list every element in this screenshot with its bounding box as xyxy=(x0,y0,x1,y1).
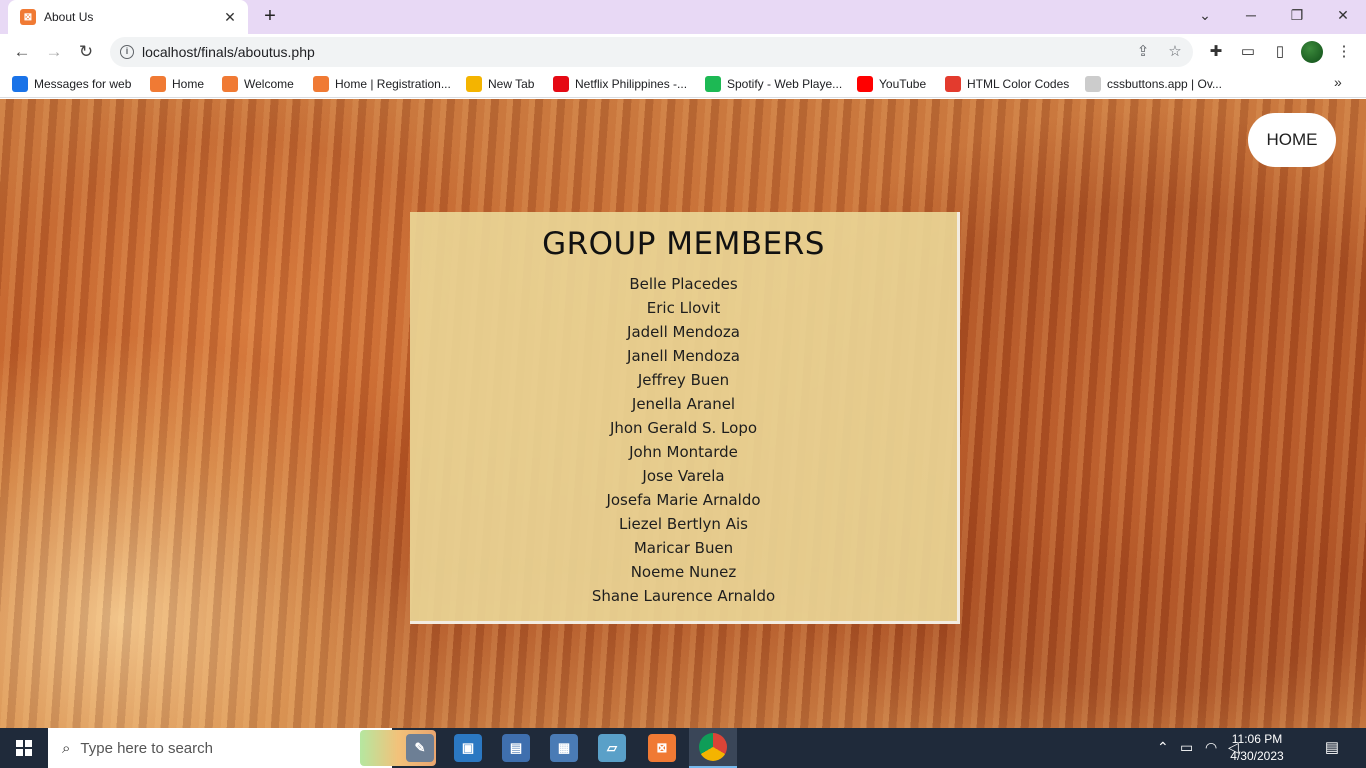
member-name: Jhon Gerald S. Lopo xyxy=(609,419,758,437)
home-button[interactable]: HOME xyxy=(1248,113,1336,167)
extensions-puzzle-icon[interactable]: ✚ xyxy=(1206,42,1226,62)
reload-icon[interactable]: ↻ xyxy=(73,39,99,65)
profile-avatar[interactable] xyxy=(1301,41,1323,63)
member-name: Josefa Marie Arnaldo xyxy=(606,491,761,509)
bookmark-label: Messages for web xyxy=(34,77,132,91)
bookmark-label: Spotify - Web Playe... xyxy=(727,77,843,91)
start-button[interactable] xyxy=(0,728,48,768)
bookmark-item[interactable]: Home xyxy=(150,75,204,93)
bookmark-item[interactable]: New Tab xyxy=(466,75,534,93)
forward-arrow-icon[interactable]: → xyxy=(41,39,67,65)
tray-chevron-icon[interactable]: ⌃ xyxy=(1157,739,1169,756)
page-title: GROUP MEMBERS xyxy=(542,226,825,262)
cast-icon[interactable]: ▭ xyxy=(1238,42,1258,62)
spotify-icon xyxy=(705,76,721,92)
bookmark-label: YouTube xyxy=(879,77,927,91)
xampp-icon: ⊠ xyxy=(20,9,36,25)
bookmark-item[interactable]: Messages for web xyxy=(12,75,131,93)
bookmark-label: Home xyxy=(172,77,205,91)
member-name: Shane Laurence Arnaldo xyxy=(591,587,776,605)
bookmark-item[interactable]: HTML Color Codes xyxy=(945,75,1069,93)
member-name: John Montarde xyxy=(629,443,738,461)
bookmarks-overflow-icon[interactable]: » xyxy=(1334,74,1342,90)
member-name: Liezel Bertlyn Ais xyxy=(619,515,748,533)
xampp-icon xyxy=(313,76,329,92)
paint-app-icon[interactable]: ✎ xyxy=(406,734,434,762)
xampp-app-icon[interactable]: ⊠ xyxy=(648,734,676,762)
bookmark-label: Netflix Philippines -... xyxy=(575,77,688,91)
wifi-icon[interactable]: ◠ xyxy=(1205,739,1217,756)
site-info-icon[interactable]: i xyxy=(120,45,134,59)
member-name: Janell Mendoza xyxy=(627,347,740,365)
contacts-app-icon[interactable]: ▣ xyxy=(454,734,482,762)
search-icon: ⌕ xyxy=(62,739,71,757)
chrome-taskbar-button[interactable] xyxy=(689,728,737,768)
member-name: Maricar Buen xyxy=(633,539,734,557)
bookmark-item[interactable]: Netflix Philippines -... xyxy=(553,75,687,93)
tab-title: About Us xyxy=(44,10,94,24)
messages-icon xyxy=(12,76,28,92)
member-name: Jadell Mendoza xyxy=(627,323,740,341)
member-list: Belle Placedes Eric Llovit Jadell Mendoza J… xyxy=(410,272,957,608)
member-name: Eric Llovit xyxy=(646,299,721,317)
tab-strip: ⊠ About Us ✕ + ⌄ ─ ❐ ✕ xyxy=(0,0,1366,34)
bookmarks-bar: Messages for web Home Welcome Home | Regist… xyxy=(0,70,1366,98)
search-placeholder: Type here to search xyxy=(80,739,213,757)
calculator-app-icon[interactable]: ▦ xyxy=(550,734,578,762)
bookmark-label: Home | Registration... xyxy=(335,77,451,91)
share-icon[interactable]: ⇪ xyxy=(1134,43,1152,61)
battery-icon[interactable]: ▭ xyxy=(1180,739,1193,756)
url-text: localhost/finals/aboutus.php xyxy=(142,44,315,60)
chrome-icon xyxy=(699,733,727,761)
tab-search-chevron-icon[interactable]: ⌄ xyxy=(1182,0,1228,30)
member-name: Belle Placedes xyxy=(629,275,738,293)
windows-logo-icon xyxy=(16,740,32,756)
cssbuttons-icon xyxy=(1085,76,1101,92)
bookmark-item[interactable]: Home | Registration... xyxy=(313,75,451,93)
clock-time: 11:06 PM xyxy=(1231,732,1283,746)
bookmark-label: cssbuttons.app | Ov... xyxy=(1107,77,1222,91)
xampp-icon xyxy=(150,76,166,92)
bookmark-item[interactable]: Spotify - Web Playe... xyxy=(705,75,842,93)
bookmark-item[interactable]: Welcome xyxy=(222,75,294,93)
page-background-canyon: HOME GROUP MEMBERS Belle Placedes Eric Ll… xyxy=(0,99,1366,728)
taskbar-clock[interactable]: 11:06 PM 4/30/2023 xyxy=(1222,731,1292,765)
youtube-icon xyxy=(857,76,873,92)
side-panel-icon[interactable]: ▯ xyxy=(1270,42,1290,62)
bookmark-item[interactable]: YouTube xyxy=(857,75,926,93)
minimize-button[interactable]: ─ xyxy=(1228,0,1274,30)
bookmark-label: Welcome xyxy=(244,77,294,91)
newtab-icon xyxy=(466,76,482,92)
htmlcolor-icon xyxy=(945,76,961,92)
member-name: Jose Varela xyxy=(642,467,725,485)
new-tab-button[interactable]: + xyxy=(258,5,282,29)
tab-about-us[interactable]: ⊠ About Us ✕ xyxy=(8,0,248,34)
member-name: Jenella Aranel xyxy=(631,395,736,413)
xampp-icon xyxy=(222,76,238,92)
browser-toolbar: ← → ↻ i localhost/finals/aboutus.php ⇪ ☆… xyxy=(0,34,1366,70)
windows-taskbar: ⌕ Type here to search ✎ ▣ ▤ ▦ ▱ ⊠ ⌃ ▭ ◠ … xyxy=(0,728,1366,768)
back-arrow-icon[interactable]: ← xyxy=(9,39,35,65)
bookmark-label: HTML Color Codes xyxy=(967,77,1070,91)
restore-button[interactable]: ❐ xyxy=(1274,0,1320,30)
member-name: Jeffrey Buen xyxy=(637,371,730,389)
bookmark-star-icon[interactable]: ☆ xyxy=(1166,43,1184,61)
bookmark-label: New Tab xyxy=(488,77,535,91)
bookmark-item[interactable]: cssbuttons.app | Ov... xyxy=(1085,75,1222,93)
close-icon[interactable]: ✕ xyxy=(222,9,238,25)
clock-date: 4/30/2023 xyxy=(1230,749,1284,763)
address-bar[interactable]: i localhost/finals/aboutus.php ⇪ ☆ xyxy=(110,37,1193,67)
group-members-card: GROUP MEMBERS Belle Placedes Eric Llovit J… xyxy=(410,212,960,624)
notification-icon[interactable]: ▤ xyxy=(1322,738,1342,758)
netflix-icon xyxy=(553,76,569,92)
menu-kebab-icon[interactable]: ⋮ xyxy=(1334,42,1354,62)
close-window-button[interactable]: ✕ xyxy=(1320,0,1366,30)
computer-app-icon[interactable]: ▤ xyxy=(502,734,530,762)
taskbar-search[interactable]: ⌕ Type here to search xyxy=(48,728,436,768)
member-name: Noeme Nunez xyxy=(630,563,737,581)
notes-app-icon[interactable]: ▱ xyxy=(598,734,626,762)
